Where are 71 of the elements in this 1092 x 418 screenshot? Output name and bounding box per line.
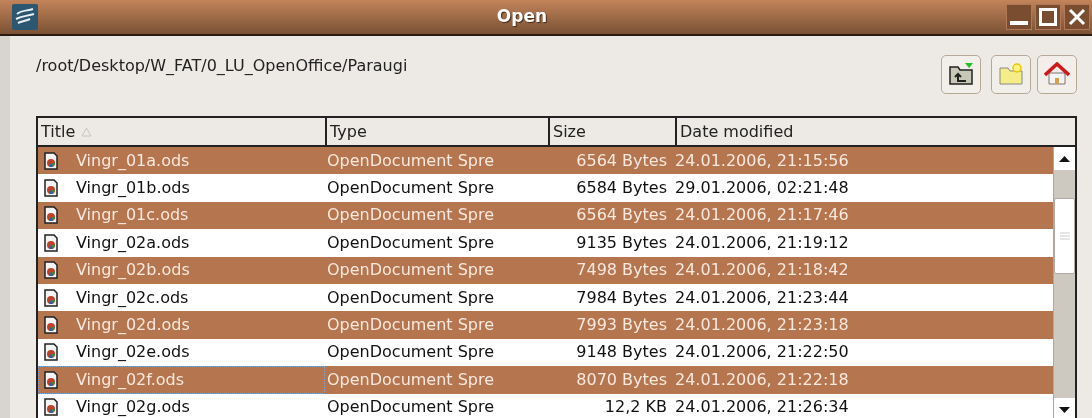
column-header[interactable]: Type xyxy=(325,118,548,145)
file-type: OpenDocument Spre xyxy=(327,260,495,280)
minimize-button[interactable] xyxy=(1006,4,1032,30)
file-size: 8070 Bytes xyxy=(576,368,667,391)
new-folder-icon xyxy=(998,62,1024,86)
spreadsheet-file-icon xyxy=(44,398,58,417)
file-name: Vingr_02g.ods xyxy=(76,396,190,418)
file-name: Vingr_02e.ods xyxy=(76,341,190,364)
date-modified: 29.01.2006, 02:21:48 xyxy=(675,178,849,198)
file-name: Vingr_02f.ods xyxy=(76,368,185,391)
file-size: 6564 Bytes xyxy=(576,204,667,227)
date-modified: 24.01.2006, 21:19:12 xyxy=(675,232,849,252)
up-folder-button[interactable] xyxy=(941,54,981,94)
date-modified: 24.01.2006, 21:22:18 xyxy=(675,369,849,389)
maximize-icon xyxy=(1039,8,1057,26)
column-header[interactable]: Title xyxy=(38,118,325,145)
home-icon xyxy=(1044,62,1070,86)
close-icon xyxy=(1068,8,1086,26)
file-size: 6584 Bytes xyxy=(576,177,667,200)
maximize-button[interactable] xyxy=(1035,4,1061,30)
file-type: OpenDocument Spre xyxy=(327,342,495,362)
window-title: Open xyxy=(496,5,548,29)
minimize-icon xyxy=(1010,21,1028,25)
date-modified: 24.01.2006, 21:17:46 xyxy=(675,205,849,225)
folder-path: /root/Desktop/W_FAT/0_LU_OpenOffice/Paraugi xyxy=(36,55,409,77)
file-type: OpenDocument Spre xyxy=(327,369,495,389)
spreadsheet-file-icon xyxy=(44,233,58,252)
file-name: Vingr_01b.ods xyxy=(76,177,190,200)
file-size: 7993 Bytes xyxy=(576,314,667,337)
file-size: 7984 Bytes xyxy=(576,286,667,309)
spreadsheet-file-icon xyxy=(44,316,58,335)
date-modified: 24.01.2006, 21:15:56 xyxy=(675,150,849,170)
file-name: Vingr_02b.ods xyxy=(76,259,190,282)
spreadsheet-file-icon xyxy=(44,151,58,170)
file-type: OpenDocument Spre xyxy=(327,315,495,335)
home-button[interactable] xyxy=(1037,54,1077,94)
close-button[interactable] xyxy=(1064,4,1090,30)
file-name: Vingr_02a.ods xyxy=(76,231,190,254)
spreadsheet-file-icon xyxy=(44,261,58,280)
spreadsheet-file-icon xyxy=(44,288,58,307)
file-type: OpenDocument Spre xyxy=(327,205,495,225)
date-modified: 24.01.2006, 21:23:44 xyxy=(675,287,849,307)
file-type: OpenDocument Spre xyxy=(327,397,495,417)
file-size: 12,2 KB xyxy=(604,396,667,418)
file-size: 7498 Bytes xyxy=(576,259,667,282)
grip-icon xyxy=(1059,232,1070,240)
file-size: 9135 Bytes xyxy=(576,231,667,254)
spreadsheet-file-icon xyxy=(44,370,58,389)
date-modified: 24.01.2006, 21:23:18 xyxy=(675,315,849,335)
file-size: 9148 Bytes xyxy=(576,341,667,364)
date-modified: 24.01.2006, 21:26:34 xyxy=(675,397,849,417)
file-name: Vingr_01c.ods xyxy=(76,204,189,227)
file-type: OpenDocument Spre xyxy=(327,150,495,170)
file-name: Vingr_02c.ods xyxy=(76,286,189,309)
file-type: OpenDocument Spre xyxy=(327,178,495,198)
app-logo-icon[interactable] xyxy=(12,4,38,30)
column-header[interactable]: Date modified xyxy=(675,118,1053,145)
date-modified: 24.01.2006, 21:22:50 xyxy=(675,342,849,362)
spreadsheet-file-icon xyxy=(44,343,58,362)
file-type: OpenDocument Spre xyxy=(327,287,495,307)
file-name: Vingr_01a.ods xyxy=(76,149,190,172)
date-modified: 24.01.2006, 21:18:42 xyxy=(675,260,849,280)
spreadsheet-file-icon xyxy=(44,179,58,198)
file-size: 6564 Bytes xyxy=(576,149,667,172)
folder-up-icon xyxy=(948,62,974,86)
scrollbar[interactable] xyxy=(1053,147,1075,418)
file-type: OpenDocument Spre xyxy=(327,232,495,252)
scrollbar-thumb[interactable] xyxy=(1054,198,1075,274)
spreadsheet-file-icon xyxy=(44,206,58,225)
column-header[interactable]: Size xyxy=(548,118,675,145)
file-name: Vingr_02d.ods xyxy=(76,314,190,337)
